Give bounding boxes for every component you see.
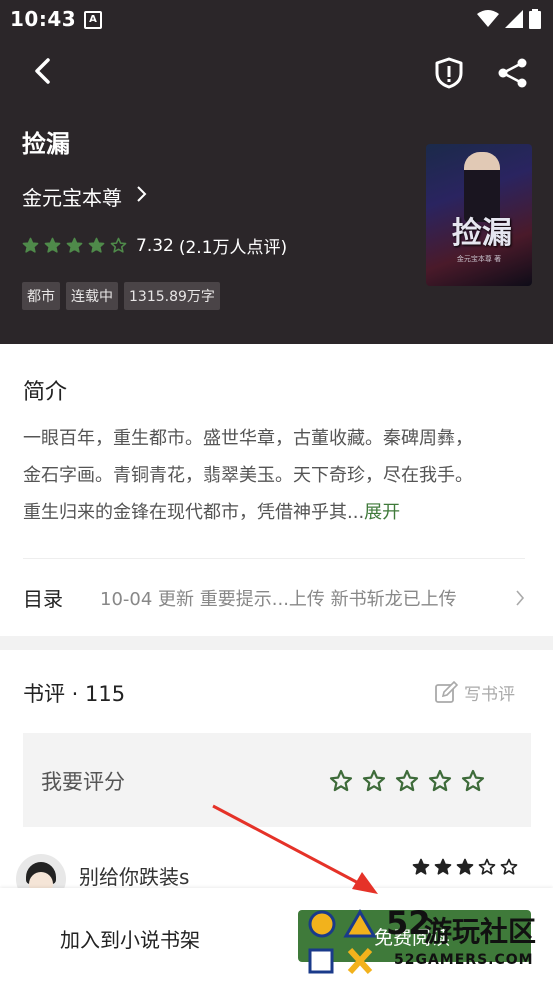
report-shield-icon[interactable]	[432, 56, 466, 90]
expand-link[interactable]: 展开	[364, 502, 400, 523]
star-filled-icon	[456, 858, 474, 875]
star-empty-icon	[500, 858, 518, 875]
intro-line: 金石字画。青铜青花，翡翠美玉。天下奇珍，尽在我手。	[23, 465, 473, 486]
add-to-shelf-button[interactable]: 加入到小说书架	[60, 924, 200, 953]
back-arrow-icon[interactable]	[28, 56, 58, 86]
tag-wordcount: 1315.89万字	[124, 282, 220, 310]
rate-star-icon[interactable]	[362, 769, 386, 793]
chevron-right-icon	[516, 590, 525, 606]
intro-line-text: 重生归来的金锋在现代都市，凭借神乎其...	[23, 502, 365, 523]
tag-genre[interactable]: 都市	[22, 282, 60, 310]
chevron-right-icon[interactable]	[136, 184, 148, 204]
author-link[interactable]: 金元宝本尊	[22, 182, 122, 211]
status-icons	[477, 9, 541, 29]
battery-icon	[529, 9, 541, 29]
star-filled-icon	[412, 858, 430, 875]
write-review-label: 写书评	[464, 685, 515, 705]
rate-box: 我要评分	[23, 733, 531, 827]
cover-subtitle: 金元宝本尊 著	[456, 255, 502, 263]
rate-star-icon[interactable]	[428, 769, 452, 793]
rating-count: (2.1万人点评)	[178, 238, 288, 258]
book-cover: 捡漏 金元宝本尊 著	[426, 144, 532, 286]
star-empty-icon	[110, 237, 127, 253]
star-filled-icon	[22, 237, 39, 253]
rate-star-icon[interactable]	[395, 769, 419, 793]
intro-line: 一眼百年，重生都市。盛世华章，古董收藏。秦碑周彝，	[23, 428, 473, 449]
write-review-button[interactable]: 写书评	[434, 680, 515, 705]
rate-star-icon[interactable]	[329, 769, 353, 793]
table-of-contents-row[interactable]: 目录 10-04 更新 重要提示...上传 新书斩龙已上传	[23, 583, 533, 613]
section-gap	[0, 636, 553, 650]
book-header: 10:43 A 捡漏 金元宝本尊 7.32 (2.1万人点评) 都市 连载中 1…	[0, 0, 553, 344]
cover-title: 捡漏	[452, 216, 512, 251]
reviewer-name: 别给你跌装s	[79, 865, 190, 889]
watermark: 52 游玩社区 52GAMERS.COM	[306, 904, 553, 984]
notification-icon: A	[84, 11, 102, 29]
star-filled-icon	[434, 858, 452, 875]
rating-stars	[22, 237, 127, 254]
toc-update-text: 10-04 更新 重要提示...上传 新书斩龙已上传	[100, 589, 457, 610]
star-filled-icon	[44, 237, 61, 253]
wifi-icon	[477, 10, 499, 27]
toc-label: 目录	[23, 587, 63, 611]
share-icon[interactable]	[496, 56, 530, 90]
edit-icon	[435, 680, 458, 703]
watermark-logo-icon	[308, 909, 377, 975]
review-item[interactable]: 别给你跌装s	[0, 852, 553, 904]
rate-stars[interactable]	[329, 769, 485, 793]
book-rating: 7.32 (2.1万人点评)	[22, 233, 287, 258]
rating-score: 7.32	[136, 235, 174, 256]
review-stars	[412, 858, 518, 876]
star-empty-icon	[478, 858, 496, 875]
divider	[23, 558, 525, 559]
signal-icon	[505, 10, 523, 28]
book-title: 捡漏	[22, 130, 70, 158]
book-tags: 都市 连载中 1315.89万字	[22, 282, 220, 310]
status-bar: 10:43 A	[0, 0, 553, 38]
star-filled-icon	[66, 237, 83, 253]
star-filled-icon	[88, 237, 105, 253]
tag-status: 连载中	[66, 282, 118, 310]
status-time: 10:43	[10, 7, 77, 31]
intro-heading: 简介	[23, 380, 68, 405]
watermark-text: 游玩社区	[424, 915, 537, 948]
top-bar	[0, 48, 553, 98]
rate-label: 我要评分	[41, 770, 125, 794]
rate-star-icon[interactable]	[461, 769, 485, 793]
intro-line: 重生归来的金锋在现代都市，凭借神乎其...展开	[23, 494, 533, 531]
reviews-heading: 书评 · 115	[23, 682, 126, 706]
intro-text: 一眼百年，重生都市。盛世华章，古董收藏。秦碑周彝， 金石字画。青铜青花，翡翠美玉…	[23, 420, 533, 531]
watermark-site: 52GAMERS.COM	[394, 952, 534, 968]
